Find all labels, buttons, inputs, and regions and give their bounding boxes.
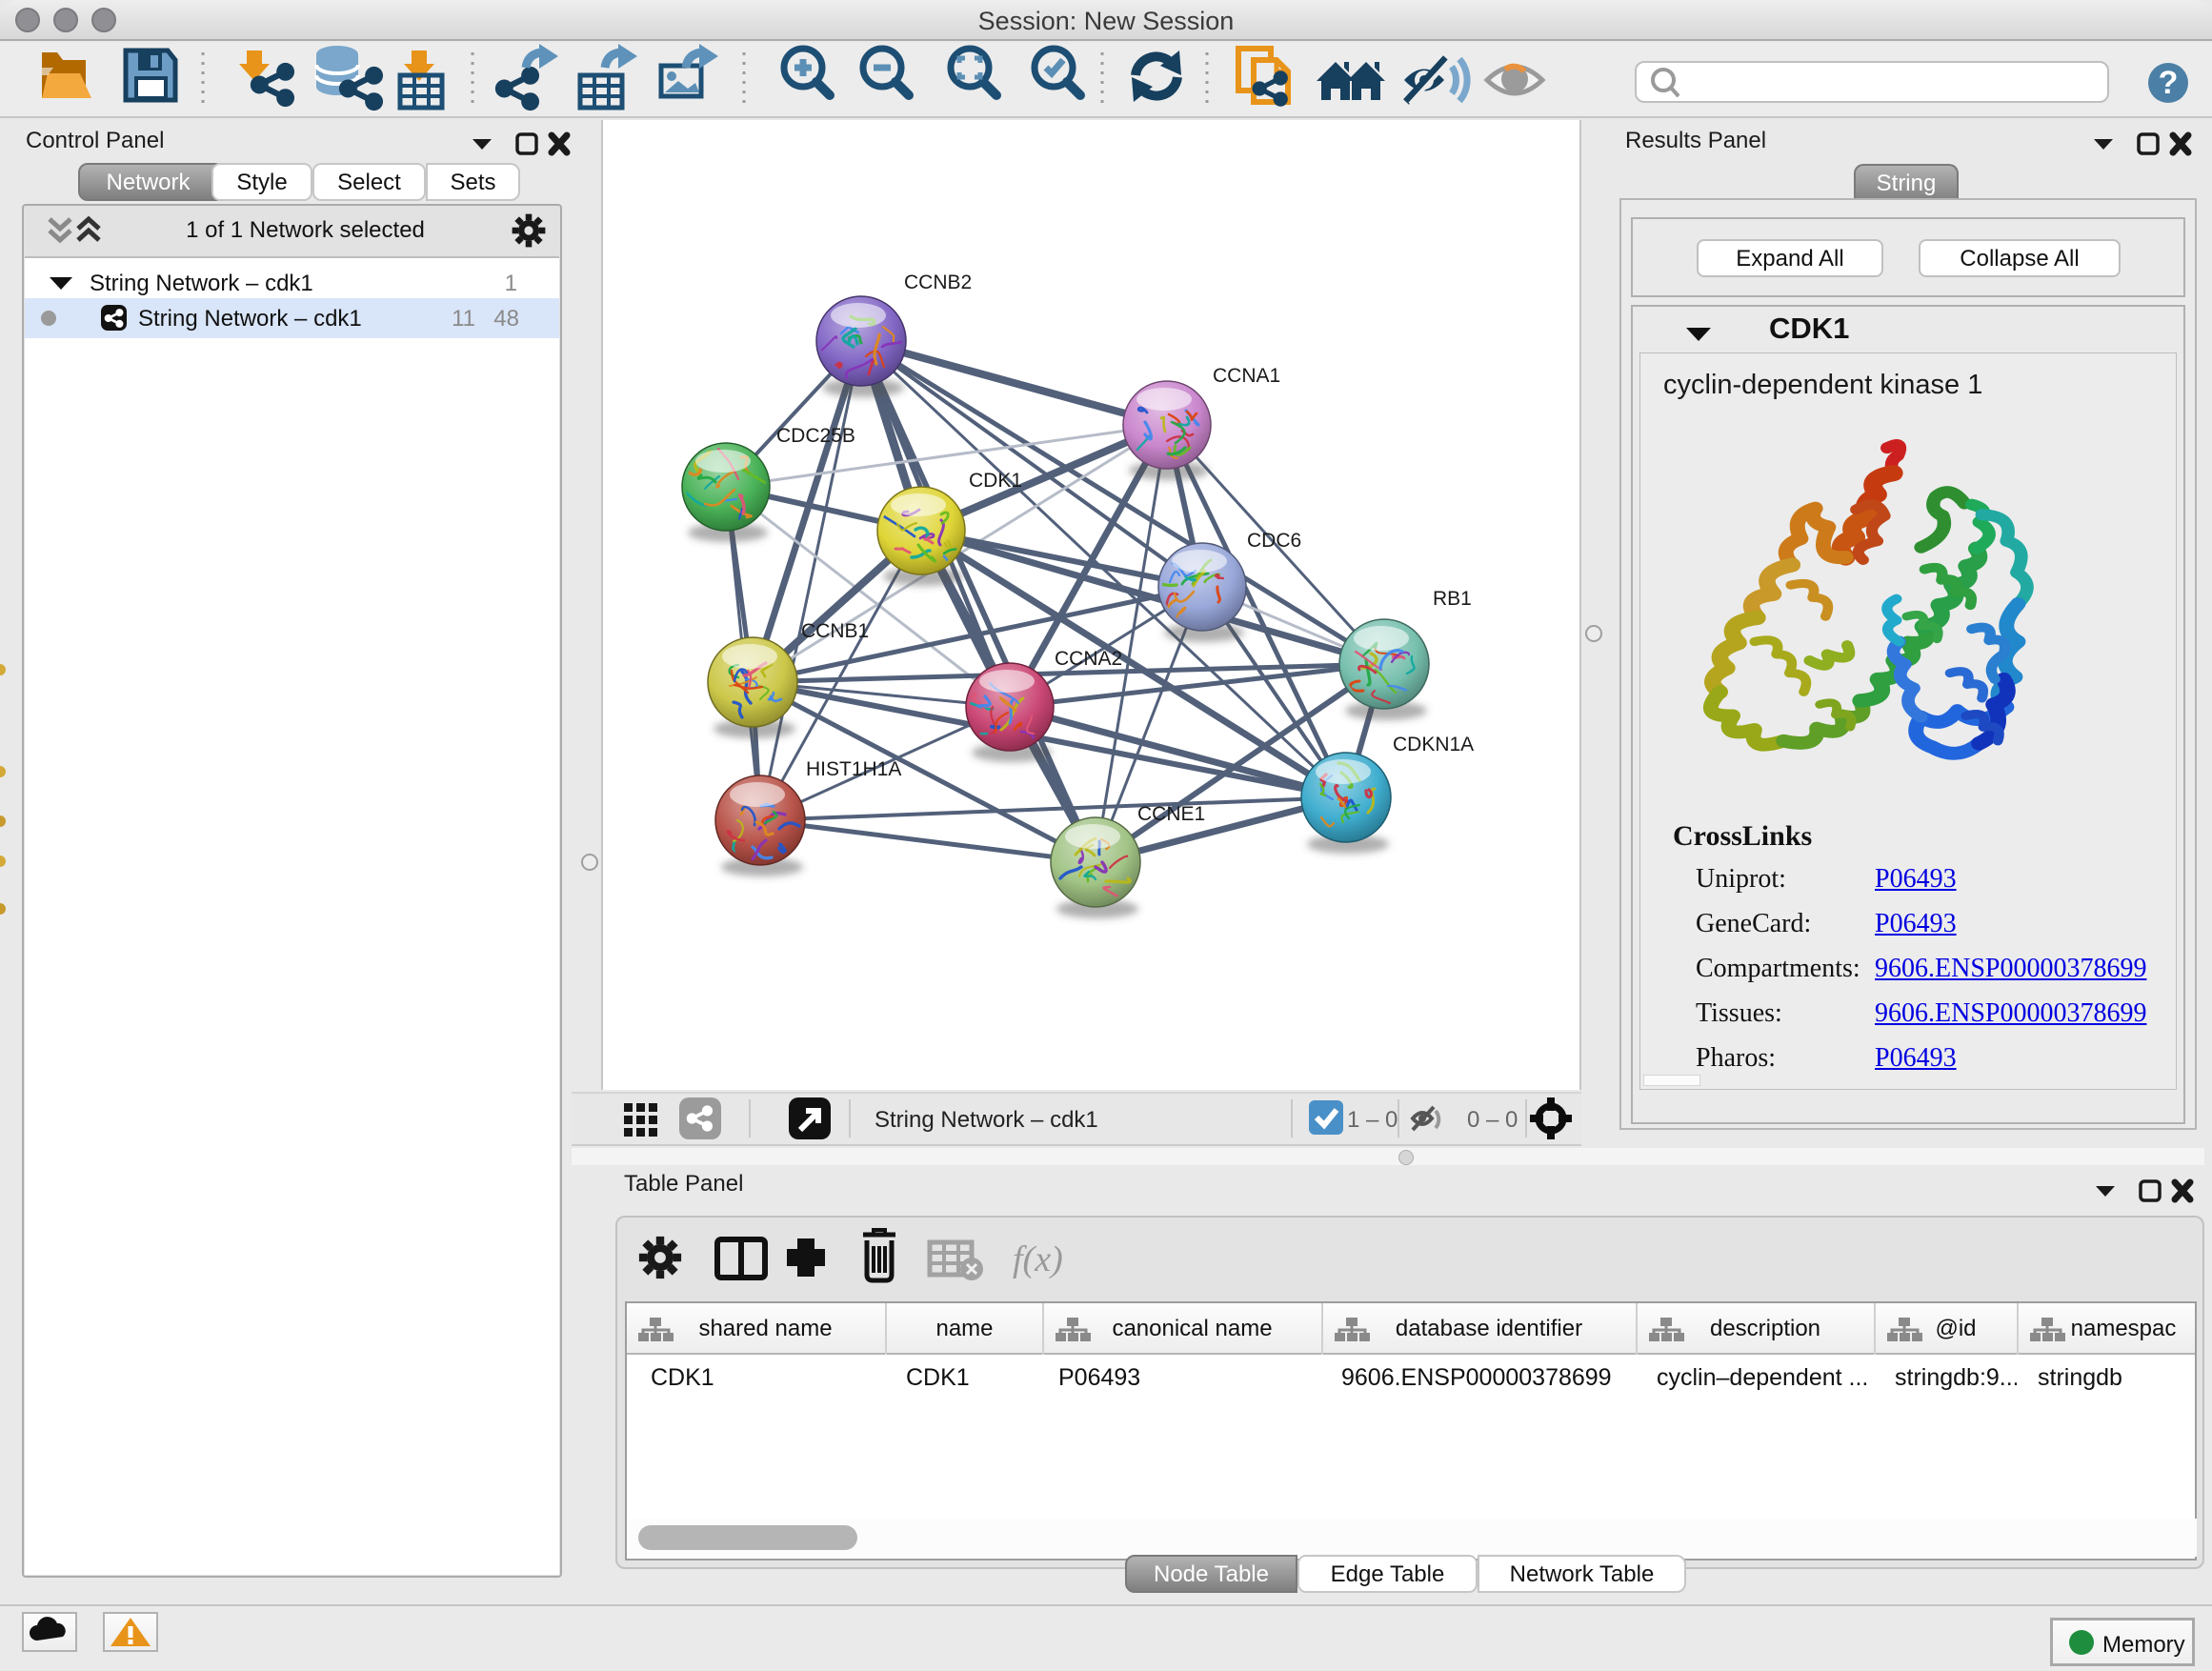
svg-text:HIST1H1A: HIST1H1A bbox=[806, 758, 901, 780]
svg-text:CCNE1: CCNE1 bbox=[1137, 803, 1205, 825]
svg-text:CCNB2: CCNB2 bbox=[904, 272, 972, 293]
svg-text:f(x): f(x) bbox=[1013, 1239, 1063, 1279]
svg-text:CCNA2: CCNA2 bbox=[1055, 648, 1122, 670]
svg-text:RB1: RB1 bbox=[1433, 588, 1472, 610]
svg-text:CDC6: CDC6 bbox=[1247, 530, 1301, 552]
svg-text:CDKN1A: CDKN1A bbox=[1393, 734, 1474, 755]
svg-text:CCNB1: CCNB1 bbox=[801, 620, 869, 642]
svg-text:CDK1: CDK1 bbox=[969, 470, 1022, 492]
svg-text:CDC25B: CDC25B bbox=[776, 425, 855, 447]
svg-text:CCNA1: CCNA1 bbox=[1213, 365, 1280, 387]
